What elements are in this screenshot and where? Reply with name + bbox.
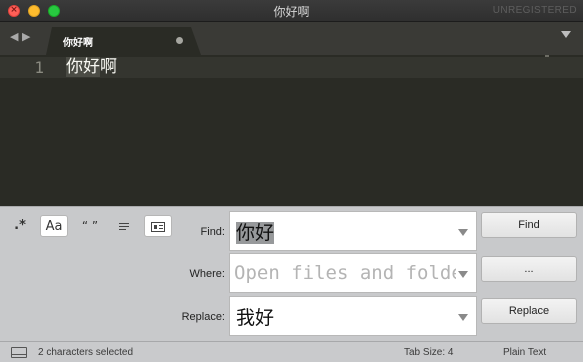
- syntax-status[interactable]: Plain Text: [503, 347, 546, 358]
- tab-file[interactable]: 你好啊: [46, 27, 201, 55]
- tab-size-status[interactable]: Tab Size: 4: [404, 347, 453, 358]
- find-label: Find:: [200, 226, 225, 238]
- find-replace-panel: .* Aa “ ” Find: 你好 Find Where: ... Repla…: [0, 206, 583, 341]
- find-history-dropdown-icon[interactable]: [458, 229, 468, 236]
- forward-arrow-icon[interactable]: ▶: [22, 30, 30, 43]
- where-input[interactable]: [234, 260, 456, 286]
- panel-toggle-icon[interactable]: [11, 347, 27, 358]
- find-value: 你好: [236, 222, 275, 244]
- replace-field[interactable]: 我好: [229, 296, 477, 336]
- registration-label: UNREGISTERED: [492, 5, 577, 16]
- tab-bar: ◀ ▶ 你好啊: [0, 22, 583, 55]
- wrap-toggle[interactable]: [110, 215, 138, 237]
- regex-toggle[interactable]: .*: [6, 215, 34, 237]
- replace-history-dropdown-icon[interactable]: [458, 314, 468, 321]
- replace-input[interactable]: 我好: [236, 303, 456, 330]
- tab-title: 你好啊: [63, 38, 93, 49]
- code-line[interactable]: 你好啊: [66, 57, 117, 78]
- find-field[interactable]: 你好: [229, 211, 477, 251]
- find-button[interactable]: Find: [481, 212, 577, 238]
- selection-status: 2 characters selected: [38, 347, 134, 358]
- replace-button[interactable]: Replace: [481, 298, 577, 324]
- replace-label: Replace:: [181, 311, 225, 323]
- wrap-icon: [119, 221, 129, 232]
- whole-word-toggle[interactable]: “ ”: [76, 215, 104, 237]
- selected-text: 你好: [66, 57, 100, 77]
- line-text: 啊: [100, 57, 117, 77]
- status-bar: 2 characters selected Tab Size: 4 Plain …: [0, 341, 583, 362]
- where-dropdown-icon[interactable]: [458, 271, 468, 278]
- title-bar: × 你好啊 UNREGISTERED: [0, 0, 583, 22]
- where-browse-button[interactable]: ...: [481, 256, 577, 282]
- where-field[interactable]: [229, 253, 477, 293]
- tab-menu-icon[interactable]: [561, 31, 571, 38]
- where-label: Where:: [189, 268, 225, 280]
- case-sensitive-toggle[interactable]: Aa: [40, 215, 68, 237]
- line-number: 1: [34, 58, 44, 77]
- find-input[interactable]: 你好: [236, 218, 456, 245]
- tab-dirty-dot-icon[interactable]: [176, 37, 183, 44]
- back-arrow-icon[interactable]: ◀: [10, 30, 18, 43]
- editor[interactable]: 1 你好啊: [0, 55, 583, 206]
